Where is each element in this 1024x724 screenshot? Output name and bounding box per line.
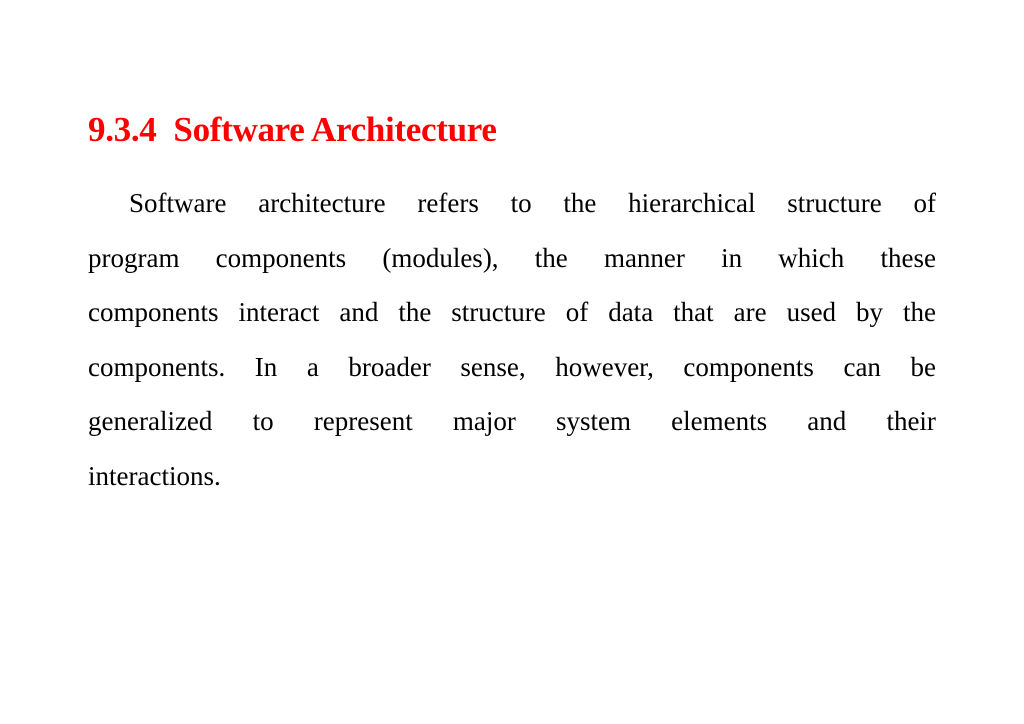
- paragraph-word: of: [565, 297, 589, 328]
- paragraph-word: their: [886, 406, 936, 437]
- paragraph-word: however,: [555, 351, 654, 382]
- paragraph-word: that: [673, 297, 714, 328]
- paragraph-word: components: [88, 297, 219, 328]
- paragraph-word: be: [910, 351, 936, 382]
- paragraph-word: (modules),: [382, 242, 499, 273]
- body-paragraph: Software architecture refers to the hierarchi…: [88, 183, 936, 511]
- paragraph-word: manner: [603, 242, 685, 273]
- paragraph-word: and: [807, 406, 847, 437]
- paragraph-word: which: [778, 242, 845, 273]
- paragraph-word: the: [398, 297, 432, 328]
- paragraph-word: sense,: [460, 351, 526, 382]
- paragraph-word: the: [563, 188, 597, 218]
- paragraph-word: to: [510, 188, 532, 218]
- paragraph-word: a: [306, 351, 319, 382]
- paragraph-line: components interact and the structure of data t…: [88, 292, 936, 347]
- paragraph-word: to: [252, 406, 274, 437]
- paragraph-word: in: [721, 242, 743, 273]
- paragraph-word: these: [880, 242, 936, 273]
- paragraph-word: used: [786, 297, 837, 328]
- paragraph-word: of: [913, 188, 936, 218]
- paragraph-word: and: [339, 297, 379, 328]
- paragraph-line: program components (modules), the manner in wh…: [88, 238, 936, 293]
- paragraph-word: by: [856, 297, 884, 328]
- paragraph-word: broader: [348, 351, 431, 382]
- paragraph-line: generalized to represent major system element…: [88, 401, 936, 456]
- paragraph-word: interact: [238, 297, 320, 328]
- paragraph-word: program: [88, 242, 180, 273]
- paragraph-word: elements: [671, 406, 768, 437]
- paragraph-word: structure: [451, 297, 546, 328]
- paragraph-line: Software architecture refers to the hierarchi…: [88, 183, 936, 238]
- paragraph-word: interactions.: [88, 460, 221, 491]
- paragraph-word: are: [733, 297, 767, 328]
- paragraph-word: system: [556, 406, 632, 437]
- paragraph-word: refers: [417, 188, 479, 218]
- paragraph-line: interactions.: [88, 456, 936, 511]
- paragraph-word: the: [534, 242, 568, 273]
- paragraph-word: hierarchical: [628, 188, 756, 218]
- section-title: Software Architecture: [173, 110, 497, 149]
- paragraph-word: architecture: [258, 188, 386, 218]
- paragraph-word: represent: [313, 406, 413, 437]
- section-number: 9.3.4: [88, 110, 157, 149]
- paragraph-word: components: [683, 351, 814, 382]
- paragraph-word: the: [903, 297, 936, 328]
- paragraph-word: In: [254, 351, 278, 382]
- paragraph-word: Software: [129, 188, 227, 218]
- paragraph-word: can: [843, 351, 881, 382]
- paragraph-word: data: [608, 297, 654, 328]
- paragraph-word: major: [452, 406, 516, 437]
- paragraph-line: components. In a broader sense, however, compo…: [88, 347, 936, 402]
- paragraph-word: components: [215, 242, 347, 273]
- paragraph-word: generalized: [88, 406, 213, 437]
- paragraph-word: structure: [787, 188, 882, 218]
- paragraph-word: components.: [88, 351, 226, 382]
- section-heading: 9.3.4 Software Architecture: [88, 110, 497, 150]
